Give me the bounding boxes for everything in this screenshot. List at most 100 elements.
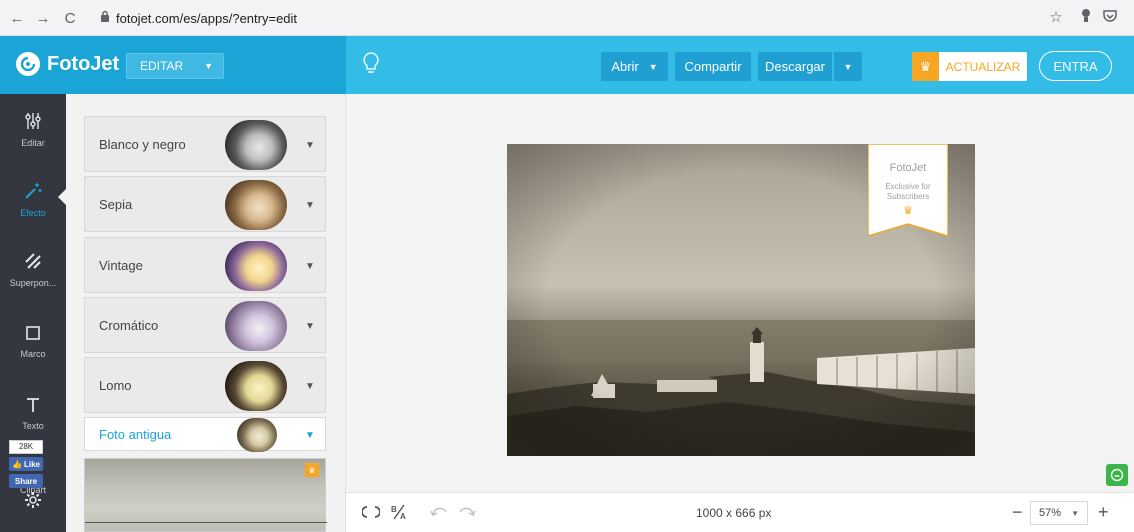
effect-label: Sepia [99, 197, 133, 212]
effect-item-vintage[interactable]: Vintage ▼ [84, 237, 326, 293]
lock-icon [100, 9, 110, 27]
chevron-down-icon: ▼ [305, 430, 315, 441]
upgrade-button-label: ACTUALIZAR [945, 59, 1021, 74]
chevron-down-icon: ▼ [204, 61, 213, 71]
overlay-stripes-icon [24, 252, 42, 275]
facebook-share-button[interactable]: Share [9, 474, 43, 488]
chevron-down-icon: ▼ [305, 261, 315, 272]
nav-item-label: Efecto [20, 208, 46, 218]
fotojet-logo-icon [16, 52, 40, 76]
upgrade-button[interactable]: ♛ ACTUALIZAR [912, 52, 1027, 81]
share-label: Share [14, 476, 38, 486]
effect-thumbnail [225, 180, 287, 230]
browser-toolbar: ← → C fotojet.com/es/apps/?entry=edit ☆ [0, 0, 1134, 36]
nav-item-effect[interactable]: Efecto [0, 172, 66, 228]
thumbs-up-icon: 👍 [12, 459, 22, 469]
effect-item-sepia[interactable]: Sepia ▼ [84, 176, 326, 232]
nav-item-frame[interactable]: Marco [0, 314, 66, 370]
side-navigation: Editar Efecto Superpon... Marco Texto Cl… [0, 94, 66, 532]
effect-thumbnail [225, 120, 287, 170]
effect-label: Lomo [99, 378, 132, 393]
nav-item-text[interactable]: Texto [0, 386, 66, 442]
svg-text:B: B [391, 505, 397, 514]
chat-icon[interactable] [1106, 464, 1128, 486]
share-button-label: Compartir [684, 59, 742, 74]
badge-line-2: Subscribers [886, 192, 930, 201]
chevron-down-icon: ▼ [1071, 508, 1079, 518]
facebook-like-button[interactable]: 👍 Like [9, 457, 43, 471]
open-button[interactable]: Abrir ▼ [601, 52, 668, 81]
nav-item-label: Superpon... [9, 278, 57, 288]
fotojet-logo[interactable]: FotoJet [16, 52, 119, 76]
badge-brand: FotoJet [889, 162, 927, 174]
open-button-label: Abrir [611, 59, 639, 74]
zoom-value: 57% [1039, 507, 1062, 519]
share-button[interactable]: Compartir [675, 52, 751, 81]
lightbulb-icon[interactable] [362, 51, 380, 77]
crown-icon: ♛ [305, 463, 319, 477]
effect-label: Foto antigua [99, 427, 172, 442]
login-button[interactable]: ENTRA [1039, 51, 1112, 81]
photo-canvas[interactable]: FotoJet Exclusive for Subscribers ♛ [507, 144, 975, 456]
url-text: fotojet.com/es/apps/?entry=edit [116, 10, 298, 26]
effect-thumbnail [225, 301, 287, 351]
mode-select[interactable]: EDITAR ▼ [126, 53, 224, 79]
badge-line-1: Exclusive for [885, 182, 931, 191]
effect-item-lomo[interactable]: Lomo ▼ [84, 357, 326, 413]
svg-text:A: A [400, 512, 406, 520]
forward-icon[interactable]: → [32, 7, 54, 29]
horizon-line [85, 522, 327, 523]
chevron-down-icon: ▼ [305, 321, 315, 332]
chevron-down-icon: ▼ [305, 200, 315, 211]
effect-thumbnail [237, 418, 277, 452]
logo-text: FotoJet [47, 52, 120, 75]
chevron-down-icon: ▼ [305, 381, 315, 392]
reset-icon[interactable] [361, 504, 381, 524]
sliders-icon [24, 112, 42, 135]
zoom-out-button[interactable]: − [1012, 502, 1023, 523]
bottom-toolbar: BA 1000 x 666 px − 57% ▼ + [346, 492, 1134, 532]
nav-item-overlay[interactable]: Superpon... [0, 242, 66, 298]
compare-icon[interactable]: BA [390, 504, 408, 524]
gear-icon [24, 491, 42, 514]
nav-item-label: Texto [22, 421, 44, 431]
download-button[interactable]: Descargar [758, 52, 832, 81]
chevron-down-icon: ▼ [305, 140, 315, 151]
download-button-label: Descargar [765, 59, 825, 74]
nav-item-label: Marco [20, 349, 46, 359]
nav-item-label: Editar [21, 138, 45, 148]
bookmark-star-icon[interactable]: ☆ [1046, 8, 1066, 28]
subscriber-badge: FotoJet Exclusive for Subscribers ♛ [868, 144, 948, 236]
effect-label: Vintage [99, 258, 143, 273]
effect-thumbnail [225, 361, 287, 411]
effect-item-black-white[interactable]: Blanco y negro ▼ [84, 116, 326, 172]
canvas-workspace: FotoJet Exclusive for Subscribers ♛ [346, 94, 1134, 492]
app-header: FotoJet EDITAR ▼ Abrir ▼ Compartir Desca… [0, 36, 1134, 94]
pocket-icon[interactable] [1100, 8, 1120, 28]
back-icon[interactable]: ← [6, 7, 28, 29]
zoom-in-button[interactable]: + [1098, 502, 1109, 523]
text-icon [25, 397, 41, 418]
image-dimensions: 1000 x 666 px [696, 506, 772, 520]
nav-item-edit[interactable]: Editar [0, 102, 66, 158]
mode-select-value: EDITAR [140, 59, 184, 73]
crown-icon: ♛ [912, 52, 939, 81]
magic-wand-icon [24, 182, 42, 205]
login-button-label: ENTRA [1053, 58, 1098, 74]
effect-item-chromatic[interactable]: Cromático ▼ [84, 297, 326, 353]
undo-icon[interactable] [430, 504, 448, 522]
old-photo-preset-thumbnail[interactable]: ♛ [84, 458, 327, 532]
zoom-select[interactable]: 57% ▼ [1030, 501, 1088, 525]
like-count: 28K [9, 440, 43, 454]
like-label: Like [23, 459, 40, 469]
effects-panel: Blanco y negro ▼ Sepia ▼ Vintage ▼ Cromá… [66, 94, 346, 532]
effect-label: Blanco y negro [99, 137, 186, 152]
frame-icon [25, 325, 41, 346]
download-options-button[interactable]: ▼ [834, 52, 862, 81]
effect-item-old-photo[interactable]: Foto antigua ▼ [84, 417, 326, 452]
redo-icon[interactable] [458, 504, 476, 522]
address-bar[interactable]: fotojet.com/es/apps/?entry=edit [92, 5, 1018, 31]
extension-icon[interactable] [1076, 8, 1096, 28]
crown-icon: ♛ [903, 205, 913, 217]
reload-icon[interactable]: C [59, 7, 81, 29]
